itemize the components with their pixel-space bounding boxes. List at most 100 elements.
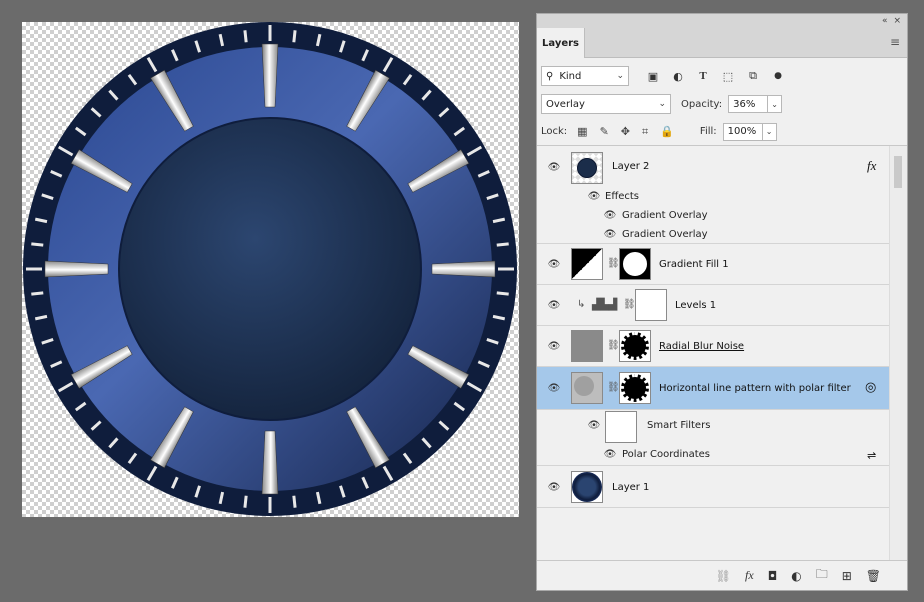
lock-all-icon[interactable]: 🔒 [660,125,674,139]
fill-label: Fill: [699,126,717,137]
chevron-down-icon: ⌄ [658,99,666,109]
shape-filter-icon[interactable]: ⬚ [722,70,734,83]
layer-mask-thumbnail [619,372,651,404]
new-layer-icon[interactable]: ⊞ [842,569,852,583]
lock-transparent-icon[interactable]: ▦ [577,125,587,139]
adjustment-filter-icon[interactable]: ◐ [672,70,684,83]
minute-tick [292,30,297,43]
layer-mask-thumbnail [635,289,667,321]
blend-mode-select[interactable]: Overlay ⌄ [541,94,671,114]
kind-filter-select[interactable]: ⚲ Kind ⌄ [541,66,629,86]
eye-icon[interactable]: 👁 [547,482,561,493]
effect-row-gradient-overlay[interactable]: 👁 Gradient Overlay [537,207,889,226]
smart-filters-label: Smart Filters [647,420,711,431]
effect-name: Gradient Overlay [622,210,708,221]
layers-scrollbar[interactable] [889,146,907,560]
eye-icon[interactable]: 👁 [587,191,601,202]
pixel-filter-icon[interactable]: ▣ [647,70,659,83]
layer-row-gradient-fill[interactable]: 👁 ⛓ Gradient Fill 1 [537,244,889,285]
new-adjustment-icon[interactable]: ◐ [791,569,801,583]
link-icon[interactable]: ⛓ [623,299,636,310]
smart-filter-mask-thumbnail [605,411,637,443]
eye-icon[interactable]: 👁 [547,259,561,270]
minute-tick [31,291,44,296]
smart-filters-row[interactable]: 👁 Smart Filters [537,410,889,444]
chevron-down-icon: ⌄ [616,71,624,81]
opacity-dropdown-icon[interactable]: ⌄ [768,95,783,113]
add-mask-icon[interactable]: ◘ [768,569,778,583]
layer-name[interactable]: Radial Blur Noise [659,341,744,352]
panel-collapse-bar: « × [537,14,907,28]
eye-icon[interactable]: 👁 [547,162,561,173]
close-icon[interactable]: × [893,16,901,26]
layer-name[interactable]: Levels 1 [675,300,716,311]
type-filter-icon[interactable]: T [697,70,709,82]
eye-icon[interactable]: 👁 [547,383,561,394]
layers-bottom-toolbar: ⛓ fx ◘ ◐ 🗀 ⊞ 🗑 [537,560,907,590]
eye-icon[interactable]: 👁 [547,341,561,352]
smart-object-filter-icon[interactable]: ⧉ [747,69,759,83]
filter-name: Polar Coordinates [622,449,711,460]
filter-toggle-icon[interactable]: ● [772,71,784,81]
filter-row-polar-coordinates[interactable]: 👁 Polar Coordinates ⇌ [537,444,889,466]
minute-tick [31,242,44,247]
lock-artboard-icon[interactable]: ⌗ [642,125,648,139]
collapse-icon[interactable]: « [882,16,888,26]
layer-row-levels[interactable]: 👁 ↳ ▟▙▟ ⛓ Levels 1 [537,285,889,326]
search-icon: ⚲ [546,70,554,82]
fill-input[interactable]: 100% [722,122,763,141]
scrollbar-thumb[interactable] [894,156,902,188]
layer-name[interactable]: Horizontal line pattern with polar filte… [659,383,851,394]
link-icon[interactable]: ⛓ [607,258,620,269]
hour-marker [44,260,109,278]
eye-icon[interactable]: 👁 [587,420,601,431]
delete-layer-icon[interactable]: 🗑 [866,569,881,583]
kind-filter-value: Kind [559,70,582,82]
layer-row-horizontal-line-pattern[interactable]: 👁 ⛓ Horizontal line pattern with polar f… [537,367,889,410]
tab-layers-label: Layers [542,37,579,49]
layer-row-radial-blur-noise[interactable]: 👁 ⛓ Radial Blur Noise [537,326,889,367]
add-style-icon[interactable]: fx [745,568,754,583]
layer-name[interactable]: Layer 2 [612,161,649,172]
clipping-arrow-icon: ↳ [577,299,586,310]
levels-histogram-icon: ▟▙▟ [592,298,618,311]
minute-tick [243,30,248,43]
link-icon[interactable]: ⛓ [607,382,620,393]
filter-icons: ▣ ◐ T ⬚ ⧉ ● [647,69,784,83]
effects-row[interactable]: 👁 Effects [537,188,889,207]
layer-row-layer-1[interactable]: 👁 Layer 1 [537,466,889,508]
effect-row-gradient-overlay[interactable]: 👁 Gradient Overlay [537,226,889,244]
layer-row-layer-2[interactable]: 👁 Layer 2 fx [537,146,889,188]
opacity-label: Opacity: [681,98,723,110]
opacity-input[interactable]: 36% [728,95,769,113]
tab-layers[interactable]: Layers [537,28,585,58]
layer-name[interactable]: Gradient Fill 1 [659,259,729,270]
minute-tick [243,495,248,508]
layers-panel: « × Layers ≡ ⚲ Kind ⌄ ▣ ◐ T ⬚ ⧉ ● Overla… [536,13,908,591]
eye-icon[interactable]: 👁 [603,449,617,460]
eye-icon[interactable]: 👁 [547,300,561,311]
smart-filter-icon[interactable]: ◎ [865,380,876,395]
link-layers-icon[interactable]: ⛓ [716,569,731,583]
layer-mask-thumbnail [619,330,651,362]
link-icon[interactable]: ⛓ [607,340,620,351]
document-canvas[interactable] [22,22,519,517]
eye-icon[interactable]: 👁 [603,210,617,221]
hour-marker [431,260,496,278]
filter-row: ⚲ Kind ⌄ ▣ ◐ T ⬚ ⧉ ● [537,62,907,90]
lock-paint-icon[interactable]: ✎ [600,125,609,139]
filter-options-icon[interactable]: ⇌ [867,449,876,462]
new-group-icon[interactable]: 🗀 [816,565,828,586]
hour-marker [261,43,279,108]
panel-menu-icon[interactable]: ≡ [890,36,901,48]
layers-list: 👁 Layer 2 fx 👁 Effects 👁 Gradient Overla… [537,146,889,560]
lock-move-icon[interactable]: ✥ [621,125,630,139]
fx-icon[interactable]: fx [867,158,876,174]
layer-thumbnail [571,330,603,362]
eye-icon[interactable]: 👁 [603,229,617,240]
lock-icons: ▦ ✎ ✥ ⌗ 🔒 [577,125,674,139]
fill-dropdown-icon[interactable]: ⌄ [762,122,777,141]
layer-name[interactable]: Layer 1 [612,482,649,493]
effect-name: Gradient Overlay [622,229,708,240]
lock-label: Lock: [541,126,568,137]
